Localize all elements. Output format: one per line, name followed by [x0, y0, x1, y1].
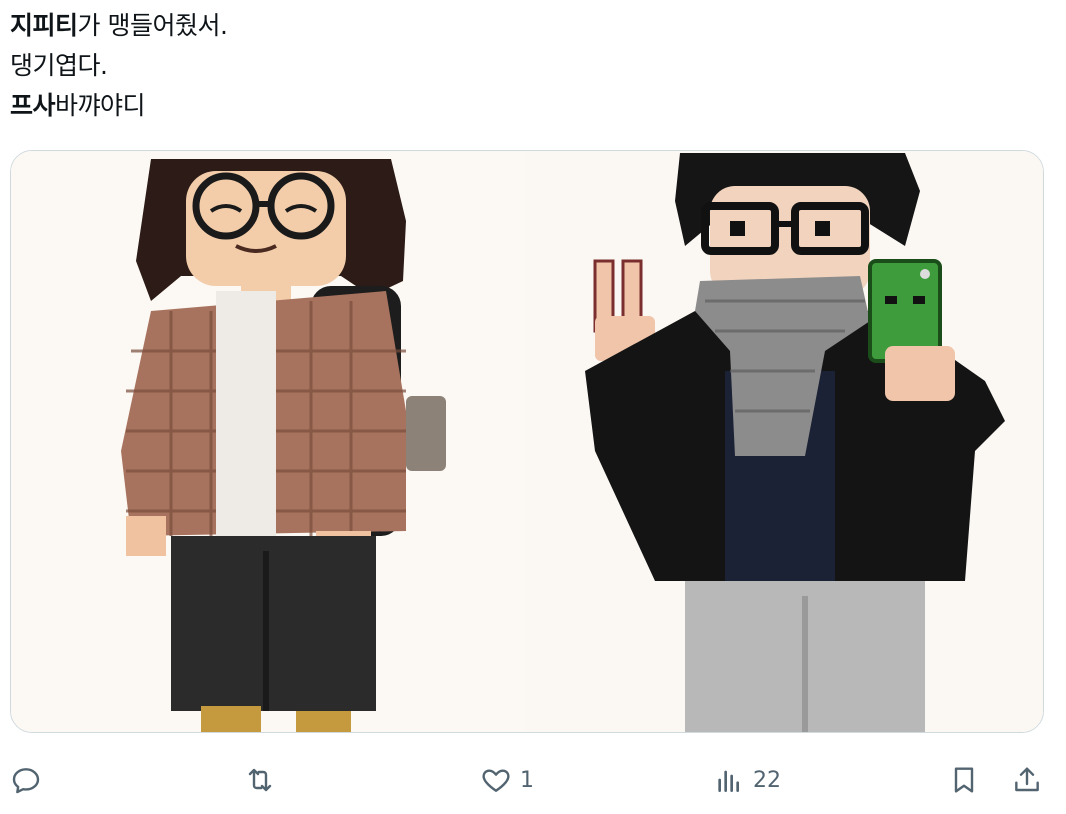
post-text: 지피티가 맹들어줬서. 댕기엽다. 프사바꺄야디: [10, 6, 228, 126]
post-line-2: 댕기엽다.: [10, 46, 227, 86]
like-button[interactable]: 1: [480, 752, 534, 808]
action-bar: 1 22: [0, 752, 1066, 808]
share-button[interactable]: [1011, 752, 1043, 808]
post-line-1-bold: 지피티: [10, 11, 78, 40]
media-image-2[interactable]: [525, 151, 1043, 732]
views-button[interactable]: 22: [713, 752, 781, 808]
bookmark-button[interactable]: [948, 752, 980, 808]
post-line-3-bold: 프사: [10, 91, 56, 120]
bookmark-icon: [954, 767, 974, 793]
views-chart-icon: [718, 770, 739, 792]
like-count: 1: [520, 767, 534, 793]
post-line-3: 프사바꺄야디: [10, 86, 227, 126]
repost-icon: [248, 768, 272, 792]
reply-icon: [12, 768, 40, 794]
share-icon: [1015, 767, 1039, 792]
post-line-2-rest: 댕기엽다.: [10, 51, 108, 80]
reply-button[interactable]: [10, 752, 50, 808]
media-grid: [10, 150, 1044, 733]
post-line-3-rest: 바꺄야디: [55, 91, 146, 120]
views-count: 22: [753, 767, 781, 793]
media-image-1[interactable]: [11, 151, 525, 732]
pixel-art-character-1: [11, 151, 525, 732]
repost-button[interactable]: [244, 752, 284, 808]
heart-icon: [482, 769, 510, 792]
pixel-art-character-2: [525, 151, 1043, 732]
post-line-1-rest: 가 맹들어줬서.: [77, 11, 228, 40]
post-line-1: 지피티가 맹들어줬서.: [10, 6, 228, 46]
